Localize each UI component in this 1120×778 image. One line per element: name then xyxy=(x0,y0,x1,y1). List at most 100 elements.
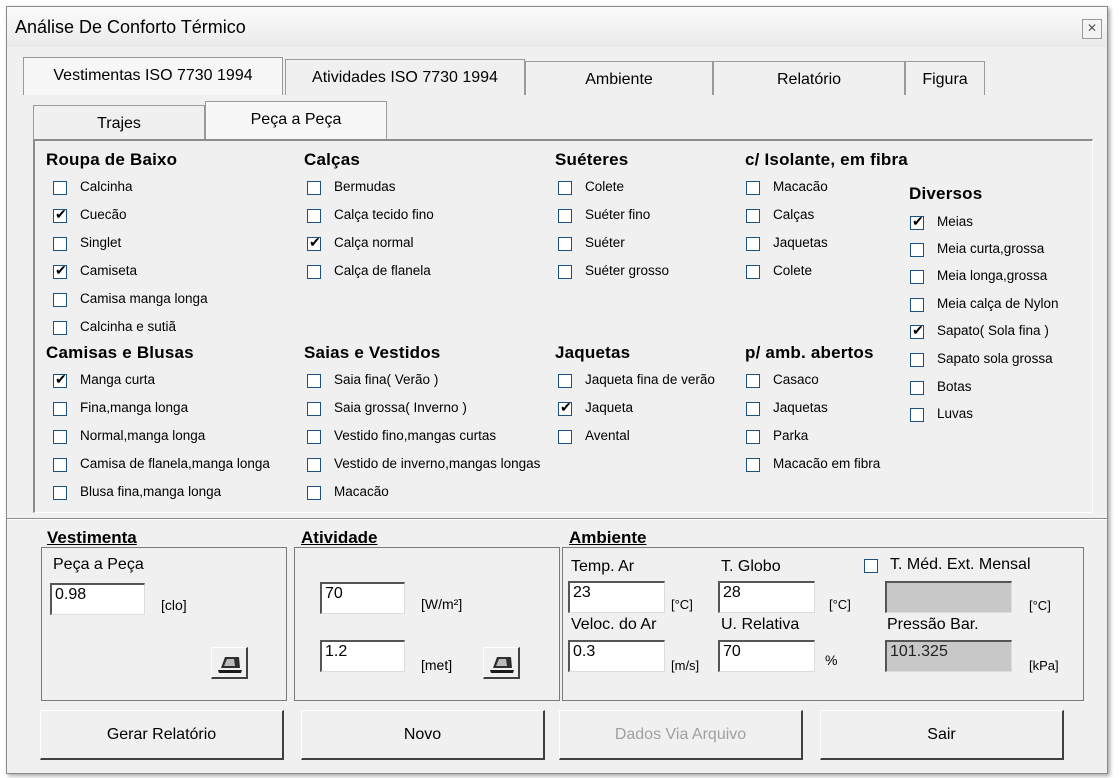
checkbox[interactable] xyxy=(53,237,67,251)
checkbox[interactable] xyxy=(53,402,67,416)
t-med-ext-unit: [°C] xyxy=(1029,598,1051,613)
checkbox[interactable] xyxy=(53,262,67,279)
checkbox[interactable] xyxy=(558,374,572,388)
tab-vestimentas[interactable]: Vestimentas ISO 7730 1994 xyxy=(23,57,283,95)
checkbox-label: Macacão em fibra xyxy=(773,456,881,471)
checkbox-label: Macacão xyxy=(773,179,828,194)
checkbox-label: Jaquetas xyxy=(773,235,828,250)
checkbox[interactable] xyxy=(558,265,572,279)
temp-ar-field[interactable]: 23 xyxy=(568,581,665,613)
checkbox[interactable] xyxy=(307,181,321,195)
checkbox[interactable] xyxy=(910,270,924,284)
calc-button-vestimenta[interactable] xyxy=(211,647,248,679)
veloc-ar-field[interactable]: 0.3 xyxy=(568,640,665,672)
u-relativa-field[interactable]: 70 xyxy=(718,640,815,672)
main-window: Análise De Conforto Térmico ✕ Vestimenta… xyxy=(6,6,1108,774)
checkbox-label: Camiseta xyxy=(80,263,138,278)
checkbox[interactable] xyxy=(910,353,924,367)
tab-figura[interactable]: Figura xyxy=(905,61,985,95)
checkbox[interactable] xyxy=(910,322,924,339)
checkbox[interactable] xyxy=(307,402,321,416)
checkbox[interactable] xyxy=(558,209,572,223)
checkbox-label: Luvas xyxy=(937,406,974,421)
checkbox[interactable] xyxy=(53,181,67,195)
checkbox[interactable] xyxy=(746,209,760,223)
clo-field[interactable]: 0.98 xyxy=(50,583,145,615)
checkbox[interactable] xyxy=(910,243,924,257)
checkbox-label: Colete xyxy=(585,179,625,194)
checkbox[interactable] xyxy=(910,381,924,395)
checkbox[interactable] xyxy=(53,371,67,388)
checkbox[interactable] xyxy=(307,430,321,444)
t-med-ext-field xyxy=(885,581,1012,613)
checkbox[interactable] xyxy=(746,402,760,416)
checkbox[interactable] xyxy=(910,408,924,422)
checkbox-label: Suéter xyxy=(585,235,625,250)
title-bar: Análise De Conforto Térmico ✕ xyxy=(7,7,1107,47)
clo-unit: [clo] xyxy=(161,597,187,613)
checkbox-label: Suéter grosso xyxy=(585,263,670,278)
checkbox[interactable] xyxy=(307,458,321,472)
subtab-peca-a-peca[interactable]: Peça a Peça xyxy=(205,101,387,141)
checkbox[interactable] xyxy=(53,458,67,472)
tab-label: Figura xyxy=(922,71,968,88)
tab-ambiente[interactable]: Ambiente xyxy=(525,61,713,95)
checkbox[interactable] xyxy=(746,181,760,195)
divider xyxy=(7,518,1107,520)
group-title-diversos: Diversos xyxy=(909,184,983,203)
met-unit: [met] xyxy=(421,657,453,673)
subtab-trajes[interactable]: Trajes xyxy=(33,105,205,139)
checkbox[interactable] xyxy=(307,486,321,500)
t-med-ext-checkbox[interactable] xyxy=(864,559,878,573)
checkbox[interactable] xyxy=(558,181,572,195)
novo-button[interactable]: Novo xyxy=(301,710,545,760)
checkbox[interactable] xyxy=(746,430,760,444)
tab-label: Atividades ISO 7730 1994 xyxy=(312,69,498,86)
pressao-bar-field: 101.325 xyxy=(885,640,1012,672)
sair-button[interactable]: Sair xyxy=(820,710,1064,760)
checkbox-label: Sapato sola grossa xyxy=(937,351,1053,366)
checkbox[interactable] xyxy=(53,293,67,307)
checkbox[interactable] xyxy=(307,265,321,279)
hand-calculator-icon xyxy=(490,657,514,673)
checkbox[interactable] xyxy=(746,374,760,388)
checkbox-label: Saia grossa( Inverno ) xyxy=(334,400,467,415)
checkbox[interactable] xyxy=(307,234,321,251)
atividade-header: Atividade xyxy=(301,528,378,547)
tab-atividades[interactable]: Atividades ISO 7730 1994 xyxy=(285,59,525,95)
tab-relatorio[interactable]: Relatório xyxy=(713,61,905,95)
checkbox-label: Vestido fino,mangas curtas xyxy=(334,428,497,443)
checkbox[interactable] xyxy=(558,399,572,416)
hand-calculator-icon xyxy=(218,657,242,673)
checkbox-label: Calça de flanela xyxy=(334,263,431,278)
checkbox[interactable] xyxy=(558,430,572,444)
checkbox[interactable] xyxy=(558,237,572,251)
checkbox-label: Vestido de inverno,mangas longas xyxy=(334,456,541,471)
veloc-ar-label: Veloc. do Ar xyxy=(571,616,657,633)
checkbox-label: Calcinha xyxy=(80,179,133,194)
checkbox-label: Botas xyxy=(937,379,972,394)
wm2-field[interactable]: 70 xyxy=(320,582,405,614)
group-title-calcas: Calças xyxy=(304,150,361,169)
checkbox[interactable] xyxy=(910,298,924,312)
checkbox[interactable] xyxy=(53,430,67,444)
checkbox[interactable] xyxy=(746,237,760,251)
calc-button-atividade[interactable] xyxy=(483,647,520,679)
checkbox[interactable] xyxy=(53,206,67,223)
checkbox-label: Macacão xyxy=(334,484,389,499)
close-button[interactable]: ✕ xyxy=(1082,19,1102,39)
checkbox[interactable] xyxy=(53,486,67,500)
checkbox[interactable] xyxy=(746,265,760,279)
checkbox[interactable] xyxy=(53,321,67,335)
checkbox-label: Sapato( Sola fina ) xyxy=(937,323,1049,338)
checkbox-label: Normal,manga longa xyxy=(80,428,206,443)
met-field[interactable]: 1.2 xyxy=(320,640,405,672)
vestimenta-label: Peça a Peça xyxy=(53,556,144,573)
checkbox[interactable] xyxy=(910,213,924,230)
gerar-relatorio-button[interactable]: Gerar Relatório xyxy=(40,710,284,760)
checkbox[interactable] xyxy=(307,374,321,388)
checkbox[interactable] xyxy=(307,209,321,223)
checkbox[interactable] xyxy=(746,458,760,472)
checkbox-label: Camisa manga longa xyxy=(80,291,208,306)
t-globo-field[interactable]: 28 xyxy=(718,581,815,613)
